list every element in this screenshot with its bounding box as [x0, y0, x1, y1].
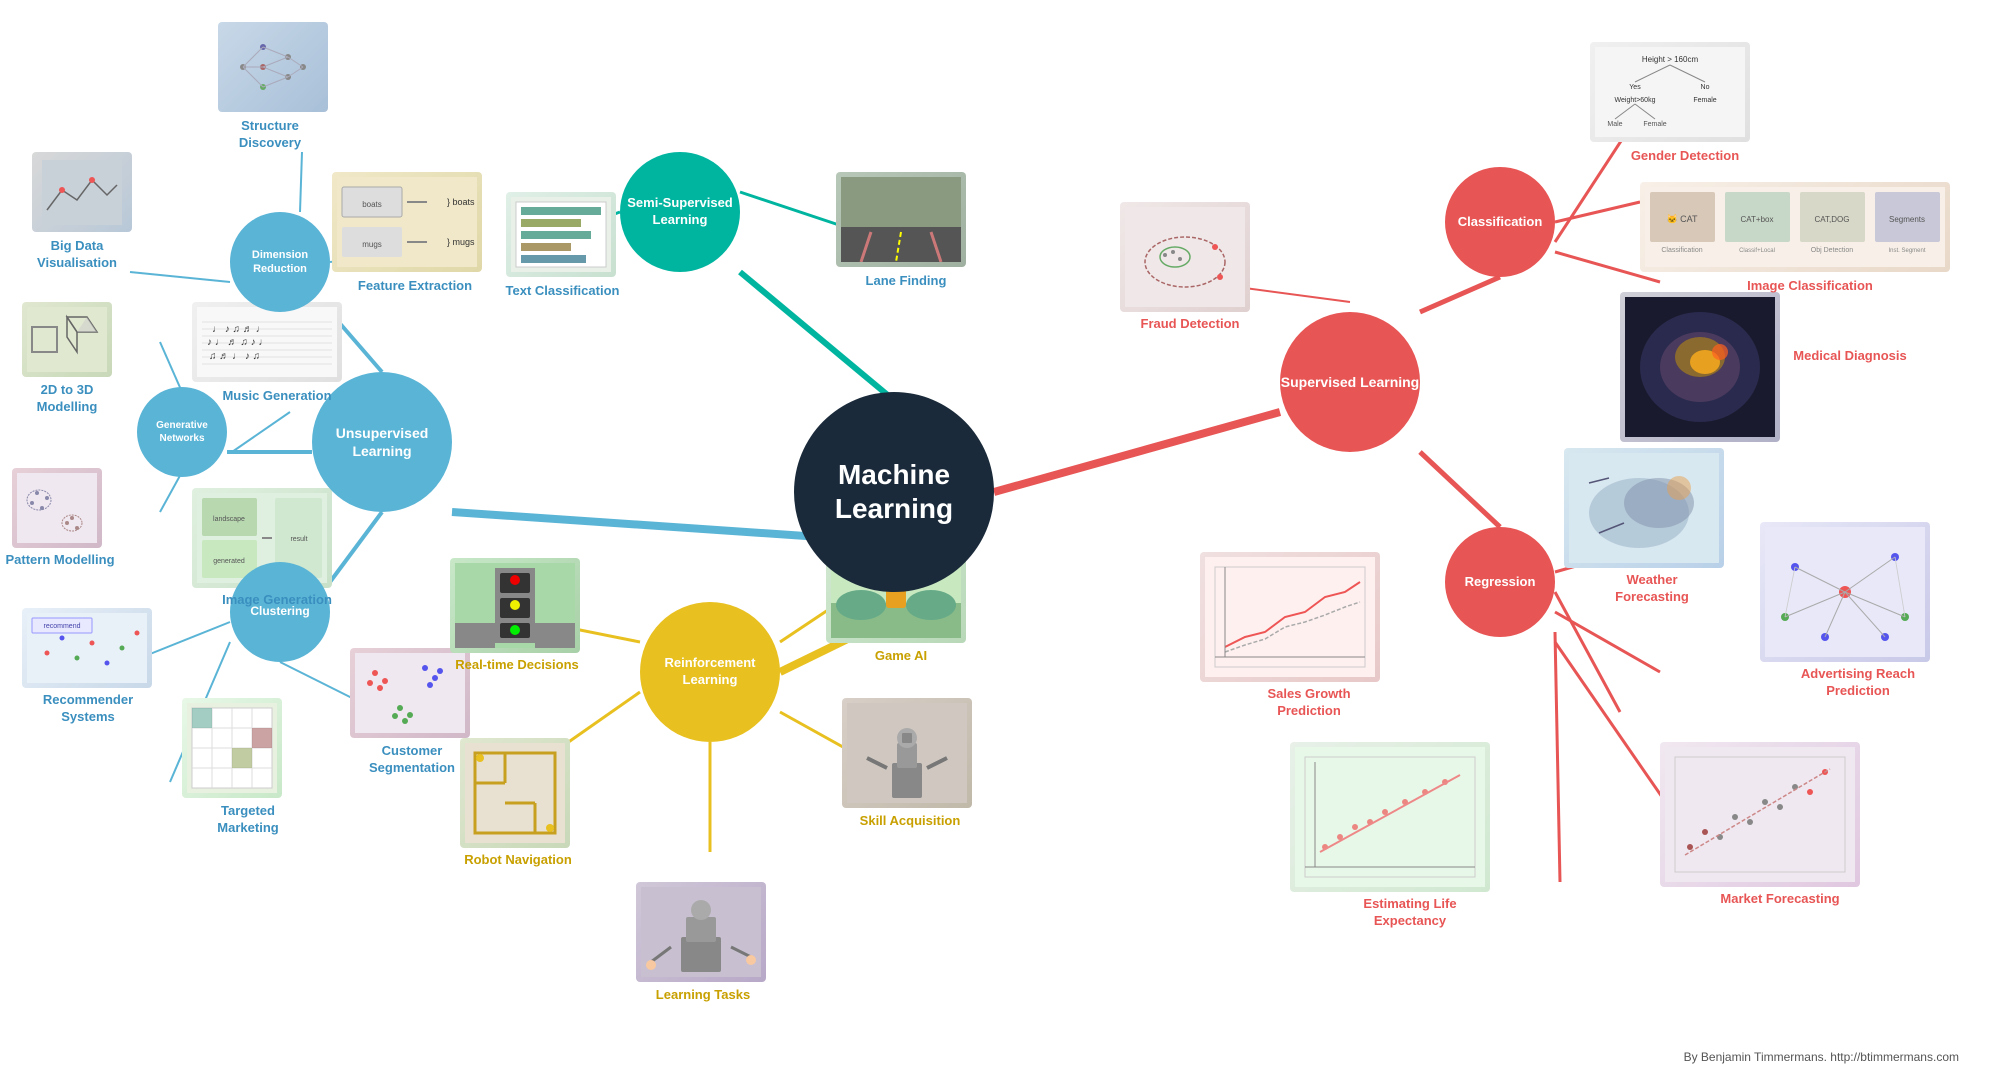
image-sales-growth	[1200, 552, 1380, 682]
label-pattern-modelling: Pattern Modelling	[5, 552, 115, 569]
label-sales-growth: Sales Growth Prediction	[1244, 686, 1374, 720]
image-real-time	[450, 558, 580, 653]
svg-text:♩ ♪ ♫ ♬ ♩: ♩ ♪ ♫ ♬ ♩	[212, 324, 266, 335]
image-medical-diagnosis	[1620, 292, 1780, 442]
label-targeted-marketing: Targeted Marketing	[198, 803, 298, 837]
svg-text:} boats: } boats	[447, 197, 475, 207]
label-advertising: Advertising Reach Prediction	[1788, 666, 1928, 700]
svg-text:Classification: Classification	[1661, 247, 1702, 254]
image-feature-extraction: boats } boats mugs } mugs	[332, 172, 482, 272]
svg-text:♪ ♩ ♬ ♫ ♪ ♩: ♪ ♩ ♬ ♫ ♪ ♩	[207, 337, 268, 348]
label-robot-navigation: Robot Navigation	[463, 852, 573, 869]
label-text-classification: Text Classification	[505, 283, 620, 300]
label-real-time: Real-time Decisions	[452, 657, 582, 674]
node-generative-networks: Generative Networks	[137, 387, 227, 477]
node-clustering: Clustering	[230, 562, 330, 662]
node-semi-supervised: Semi-Supervised Learning	[620, 152, 740, 272]
node-unsupervised: Unsupervised Learning	[312, 372, 452, 512]
svg-text:🐱 CAT: 🐱 CAT	[1666, 214, 1698, 224]
label-fraud-detection: Fraud Detection	[1140, 316, 1240, 333]
node-classification: Classification	[1445, 167, 1555, 277]
label-recommender: Recommender Systems	[28, 692, 148, 726]
svg-text:Yes: Yes	[1629, 84, 1641, 91]
label-life-expectancy: Estimating Life Expectancy	[1330, 896, 1490, 930]
label-feature-extraction: Feature Extraction	[355, 278, 475, 295]
image-targeted-marketing	[182, 698, 282, 798]
label-music-generation: Music Generation	[222, 388, 332, 405]
svg-text:Weight>60kg: Weight>60kg	[1615, 97, 1656, 104]
label-medical-diagnosis: Medical Diagnosis	[1790, 348, 1910, 365]
svg-text:Female: Female	[1693, 97, 1716, 104]
image-recommender: recommend	[22, 608, 152, 688]
svg-text:CAT,DOG: CAT,DOG	[1815, 215, 1850, 224]
svg-text:CAT+box: CAT+box	[1741, 215, 1774, 224]
svg-text:result: result	[290, 536, 307, 543]
label-structure-discovery: Structure Discovery	[210, 118, 330, 152]
svg-text:landscape: landscape	[213, 516, 245, 523]
image-weather-forecasting	[1564, 448, 1724, 568]
label-image-classification: Image Classification	[1730, 278, 1890, 295]
svg-text:Female: Female	[1643, 121, 1666, 128]
image-big-data	[32, 152, 132, 232]
svg-text:♫ ♬ ♩ ♪ ♫: ♫ ♬ ♩ ♪ ♫	[209, 351, 260, 362]
node-supervised: Supervised Learning	[1280, 312, 1420, 452]
credit-text: By Benjamin Timmermans. http://btimmerma…	[1684, 1050, 1959, 1064]
image-classification: 🐱 CAT CAT+box CAT,DOG Segments Classific…	[1640, 182, 1950, 272]
label-skill-acquisition: Skill Acquisition	[855, 813, 965, 830]
svg-text:Classif+Local: Classif+Local	[1739, 248, 1775, 254]
label-gender-detection: Gender Detection	[1620, 148, 1750, 165]
label-2d-3d: 2D to 3D Modelling	[12, 382, 122, 416]
image-advertising	[1760, 522, 1930, 662]
node-regression: Regression	[1445, 527, 1555, 637]
image-robot-navigation	[460, 738, 570, 848]
label-lane-finding: Lane Finding	[856, 273, 956, 290]
image-life-expectancy	[1290, 742, 1490, 892]
svg-text:Inst. Segment: Inst. Segment	[1888, 248, 1925, 254]
label-weather-forecasting: Weather Forecasting	[1592, 572, 1712, 606]
svg-text:Segments: Segments	[1889, 215, 1925, 224]
label-customer-segmentation: Customer Segmentation	[352, 743, 472, 777]
node-dimension-reduction: Dimension Reduction	[230, 212, 330, 312]
image-pattern-modelling	[12, 468, 102, 548]
image-gender-detection: Height > 160cm Yes No Weight>60kg Female…	[1590, 42, 1750, 142]
image-fraud-detection	[1120, 202, 1250, 312]
svg-text:generated: generated	[213, 558, 245, 565]
image-music-generation: ♩ ♪ ♫ ♬ ♩ ♪ ♩ ♬ ♫ ♪ ♩ ♫ ♬ ♩ ♪ ♫	[192, 302, 342, 382]
svg-text:} mugs: } mugs	[447, 237, 475, 247]
label-game-ai: Game AI	[861, 648, 941, 665]
image-lane-finding	[836, 172, 966, 267]
image-market-forecasting	[1660, 742, 1860, 887]
svg-text:recommend: recommend	[44, 623, 81, 630]
svg-text:Obj Detection: Obj Detection	[1811, 247, 1854, 254]
svg-text:No: No	[1701, 84, 1710, 91]
svg-text:mugs: mugs	[362, 240, 382, 249]
svg-text:Height > 160cm: Height > 160cm	[1642, 55, 1699, 64]
svg-text:Male: Male	[1607, 121, 1622, 128]
image-2d-3d	[22, 302, 112, 377]
svg-text:boats: boats	[362, 200, 382, 209]
image-skill-acquisition	[842, 698, 972, 808]
node-reinforcement: Reinforcement Learning	[640, 602, 780, 742]
label-big-data: Big Data Visualisation	[22, 238, 132, 272]
node-machine-learning: Machine Learning	[794, 392, 994, 592]
image-learning-tasks	[636, 882, 766, 982]
image-text-classification	[506, 192, 616, 277]
label-image-generation: Image Generation	[222, 592, 332, 609]
image-structure-discovery	[218, 22, 328, 112]
label-market-forecasting: Market Forecasting	[1720, 891, 1840, 908]
label-learning-tasks: Learning Tasks	[648, 987, 758, 1004]
